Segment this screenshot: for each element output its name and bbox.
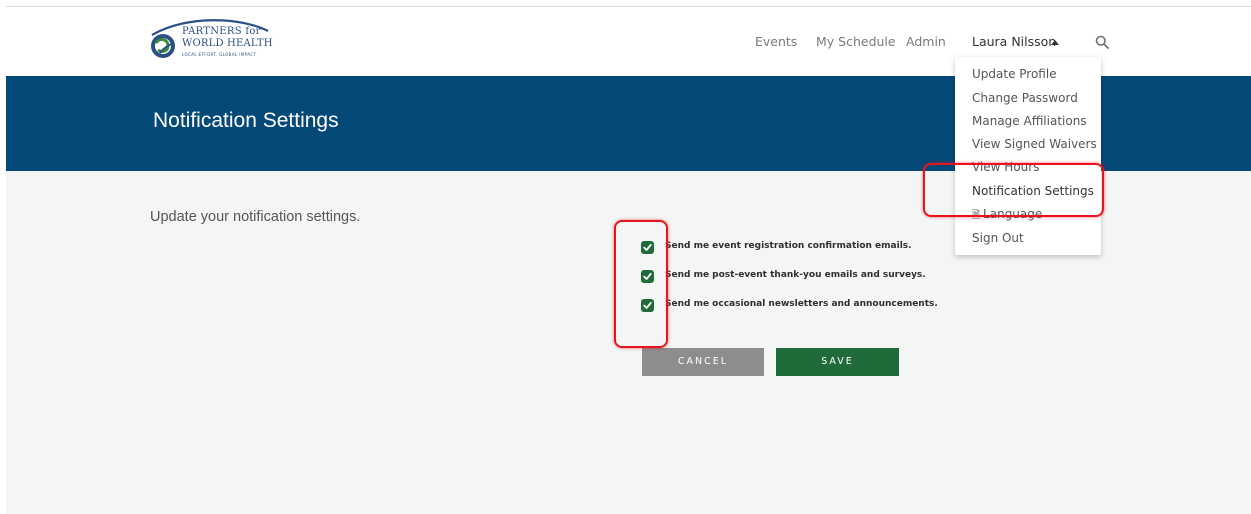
cancel-button[interactable]: CANCEL <box>642 348 764 376</box>
checkbox-label-registration-emails[interactable]: Send me event registration confirmation … <box>665 241 912 251</box>
menu-item-change-password[interactable]: Change Password <box>972 91 1078 105</box>
caret-up-icon <box>1051 40 1059 45</box>
highlight-box-checkboxes <box>614 220 668 348</box>
logo-line-2: WORLD HEALTH <box>182 38 273 49</box>
nav-events[interactable]: Events <box>755 34 797 49</box>
menu-item-sign-out[interactable]: Sign Out <box>972 231 1024 245</box>
menu-item-manage-affiliations[interactable]: Manage Affiliations <box>972 114 1087 128</box>
checkbox-label-newsletters[interactable]: Send me occasional newsletters and annou… <box>665 299 938 309</box>
user-menu-toggle[interactable]: Laura Nilsson <box>972 34 1056 49</box>
logo-line-1: PARTNERS for <box>182 26 261 37</box>
intro-text: Update your notification settings. <box>150 209 361 225</box>
user-dropdown-menu: Update Profile Change Password Manage Af… <box>955 57 1101 255</box>
nav-admin[interactable]: Admin <box>906 34 946 49</box>
logo-tagline: LOCAL EFFORT. GLOBAL IMPACT <box>182 52 257 57</box>
site-logo[interactable]: PARTNERS for WORLD HEALTH LOCAL EFFORT. … <box>146 13 286 63</box>
menu-item-view-signed-waivers[interactable]: View Signed Waivers <box>972 137 1097 151</box>
nav-my-schedule[interactable]: My Schedule <box>816 34 896 49</box>
menu-item-update-profile[interactable]: Update Profile <box>972 67 1057 81</box>
save-button[interactable]: SAVE <box>776 348 899 376</box>
checkbox-label-thank-you-emails[interactable]: Send me post-event thank-you emails and … <box>665 270 926 280</box>
search-icon[interactable] <box>1095 34 1109 49</box>
page-title: Notification Settings <box>153 109 339 132</box>
highlight-box-notification-settings <box>923 163 1104 217</box>
